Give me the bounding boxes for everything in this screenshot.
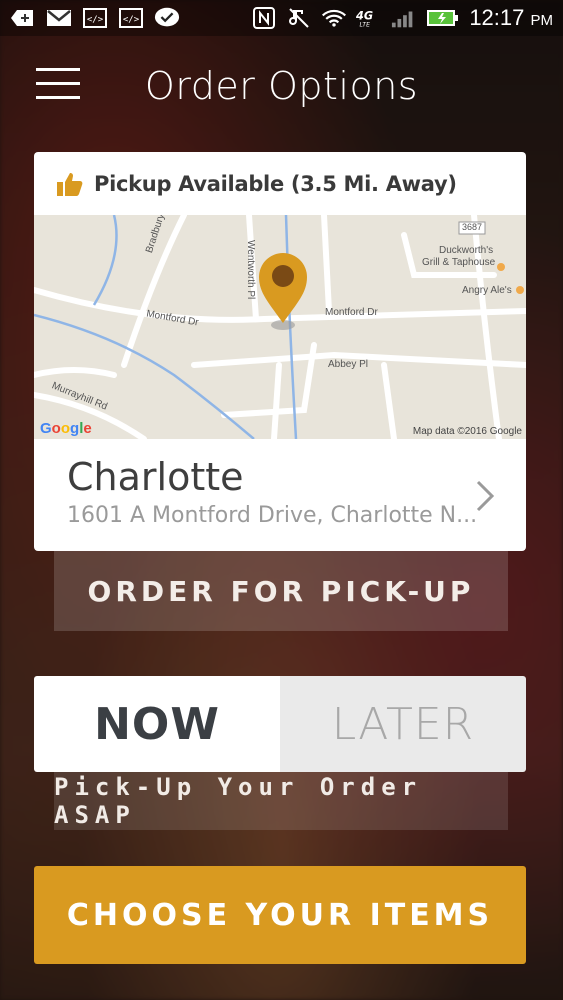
timing-selector: NOW LATER	[34, 676, 526, 772]
location-map[interactable]: Bradbury Dr Wentworth Pl Montford Dr Mon…	[34, 215, 526, 439]
signal-icon	[391, 7, 417, 29]
gmail-icon	[46, 7, 72, 29]
map-route-number: 3687	[462, 222, 483, 232]
svg-text:LTE: LTE	[360, 22, 371, 29]
battery-icon	[426, 7, 460, 29]
status-bar: </> </> 4G LTE 12:17 PM	[0, 0, 563, 36]
map-poi-duckworth-sub: Grill & Taphouse	[422, 257, 496, 268]
chevron-right-icon	[476, 480, 495, 512]
map-label-abbey: Abbey Pl	[328, 359, 369, 370]
map-label-wentworth: Wentworth Pl	[245, 240, 256, 300]
wifi-icon	[321, 7, 347, 29]
map-poi-angry-ales: Angry Ale's	[462, 285, 512, 296]
map-label-montford-right: Montford Dr	[325, 307, 378, 318]
availability-text: Pickup Available (3.5 Mi. Away)	[94, 171, 457, 196]
thumbs-up-icon	[57, 172, 83, 196]
location-card[interactable]: Pickup Available (3.5 Mi. Away) Bradbury…	[34, 152, 526, 551]
svg-text:4G: 4G	[356, 10, 373, 23]
app-header: Order Options	[0, 50, 563, 122]
location-details-row[interactable]: Charlotte 1601 A Montford Drive, Charlot…	[34, 439, 526, 551]
add-icon	[10, 7, 36, 29]
timing-option-later[interactable]: LATER	[280, 676, 526, 772]
page-title: Order Options	[144, 64, 419, 108]
location-address: 1601 A Montford Drive, Charlotte N...	[67, 503, 478, 528]
svg-text:</>: </>	[123, 15, 140, 25]
silent-icon	[286, 7, 312, 29]
map-poi-duckworth: Duckworth's	[439, 245, 494, 256]
timing-option-now[interactable]: NOW	[34, 676, 280, 772]
availability-header: Pickup Available (3.5 Mi. Away)	[34, 152, 526, 215]
code-icon: </>	[118, 7, 144, 29]
network-4g-icon: 4G LTE	[356, 7, 382, 29]
code-icon: </>	[82, 7, 108, 29]
svg-text:</>: </>	[87, 15, 104, 25]
location-name: Charlotte	[67, 455, 244, 499]
timing-description: Pick-Up Your Order ASAP	[54, 772, 508, 830]
order-type-pickup[interactable]: ORDER FOR PICK-UP	[54, 551, 508, 631]
map-attribution: Map data ©2016 Google	[412, 426, 522, 437]
check-bubble-icon	[154, 7, 180, 29]
status-clock: 12:17 PM	[469, 5, 553, 30]
google-logo: Google	[40, 420, 92, 437]
choose-items-button[interactable]: CHOOSE YOUR ITEMS	[34, 866, 526, 964]
nfc-icon	[251, 7, 277, 29]
